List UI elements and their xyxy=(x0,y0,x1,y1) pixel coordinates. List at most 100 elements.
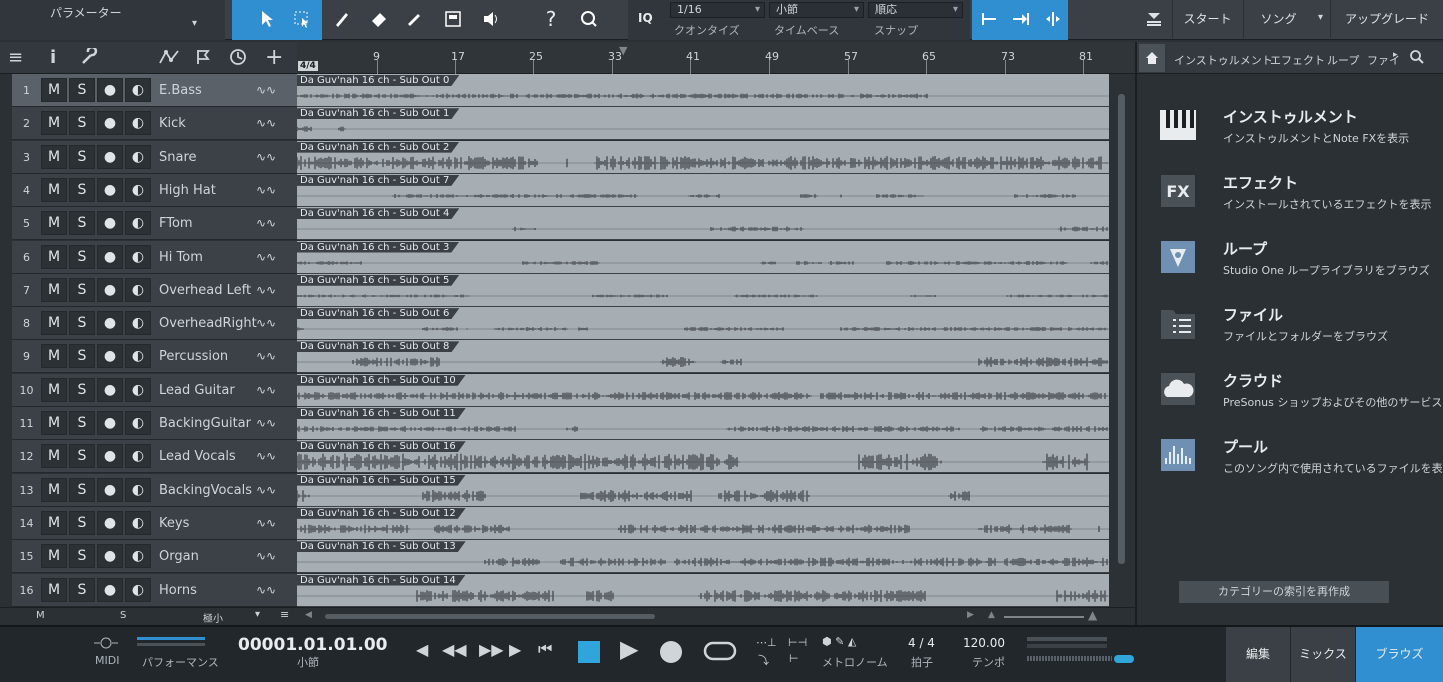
precount-icon[interactable]: ⋯⊥ xyxy=(756,636,777,649)
monitor-button[interactable]: ◐ xyxy=(125,244,151,269)
add-track-icon[interactable]: + xyxy=(265,47,283,69)
record-arm-button[interactable]: ● xyxy=(97,277,123,302)
track-row[interactable]: 11 M S ● ◐ BackingGuitar ∿∿ xyxy=(0,407,297,440)
size-dropdown-icon[interactable]: ▾ xyxy=(255,609,260,620)
snap-center-icon[interactable] xyxy=(1038,5,1068,33)
volume-slider[interactable] xyxy=(1027,656,1112,661)
track-row[interactable]: 8 M S ● ◐ OverheadRight ∿∿ xyxy=(0,307,297,341)
monitor-button[interactable]: ◐ xyxy=(125,577,151,602)
monitor-button[interactable]: ◐ xyxy=(125,510,151,535)
solo-button[interactable]: S xyxy=(69,144,95,169)
fast-forward-icon[interactable]: ▶▶ xyxy=(479,640,504,659)
record-arm-button[interactable]: ● xyxy=(97,411,123,435)
metronome-icons[interactable]: ⬢ ✎ ◭ xyxy=(822,635,856,648)
solo-button[interactable]: S xyxy=(69,211,95,236)
browser-item-cloud[interactable]: クラウド PreSonus ショップおよびその他のサービス xyxy=(1159,370,1443,420)
stop-button[interactable] xyxy=(578,641,600,663)
track-row[interactable]: 2 M S ● ◐ Kick ∿∿ xyxy=(0,107,297,141)
track-automation-strip[interactable] xyxy=(0,273,12,307)
help-icon[interactable]: ? xyxy=(536,5,566,33)
track-automation-strip[interactable] xyxy=(0,573,12,607)
waveform-icon[interactable]: ∿∿ xyxy=(256,83,276,97)
play-icon[interactable]: ▶ xyxy=(620,635,638,663)
split-tool-icon[interactable] xyxy=(438,5,468,33)
track-automation-strip[interactable] xyxy=(0,373,12,407)
autopunch-icon[interactable]: ⤵ xyxy=(758,652,769,668)
mute-button[interactable]: M xyxy=(41,544,67,569)
arrange-view[interactable]: Da Guv'nah 16 ch - Sub Out 0 Da Guv'nah 1… xyxy=(297,74,1109,607)
track-automation-strip[interactable] xyxy=(0,74,12,107)
inspector-icon[interactable]: i xyxy=(50,48,56,68)
paint-tool-icon[interactable] xyxy=(327,5,357,33)
solo-button[interactable]: S xyxy=(69,78,95,102)
mute-button[interactable]: M xyxy=(41,311,67,336)
arrow-tool-icon[interactable] xyxy=(252,5,282,33)
audio-clip[interactable]: Da Guv'nah 16 ch - Sub Out 14 xyxy=(297,573,1109,607)
track-row[interactable]: 7 M S ● ◐ Overhead Left ∿∿ xyxy=(0,273,297,307)
waveform-icon[interactable]: ∿∿ xyxy=(256,516,276,530)
monitor-button[interactable]: ◐ xyxy=(125,78,151,102)
tempo-clock-icon[interactable] xyxy=(229,48,247,68)
track-automation-strip[interactable] xyxy=(0,506,12,540)
track-automation-strip[interactable] xyxy=(0,107,12,141)
track-name[interactable]: Kick xyxy=(159,107,257,140)
monitor-button[interactable]: ◐ xyxy=(125,111,151,136)
record-arm-button[interactable]: ● xyxy=(97,311,123,336)
iq-button[interactable]: IQ xyxy=(638,11,653,25)
solo-button[interactable]: S xyxy=(69,444,95,469)
browser-item-file[interactable]: ファイル ファイルとフォルダーをブラウズ xyxy=(1159,304,1443,354)
global-mute-button[interactable]: M xyxy=(36,610,45,621)
monitor-button[interactable]: ◐ xyxy=(125,211,151,236)
tab-effects[interactable]: エフェクト xyxy=(1270,52,1325,68)
waveform-icon[interactable]: ∿∿ xyxy=(256,583,276,597)
monitor-button[interactable]: ◐ xyxy=(125,377,151,402)
monitor-button[interactable]: ◐ xyxy=(125,477,151,502)
monitor-toggle[interactable] xyxy=(1114,655,1134,663)
solo-button[interactable]: S xyxy=(69,344,95,369)
monitor-button[interactable]: ◐ xyxy=(125,144,151,169)
solo-button[interactable]: S xyxy=(69,311,95,336)
list-icon[interactable]: ≡ xyxy=(280,608,289,621)
waveform-icon[interactable]: ∿∿ xyxy=(256,383,276,397)
track-row[interactable]: 16 M S ● ◐ Horns ∿∿ xyxy=(0,573,297,607)
solo-button[interactable]: S xyxy=(69,111,95,136)
download-icon[interactable] xyxy=(1137,5,1171,33)
snap-select[interactable]: 順応 xyxy=(868,2,963,18)
audio-clip[interactable]: Da Guv'nah 16 ch - Sub Out 13 xyxy=(297,540,1109,574)
tempo-display[interactable]: 120.00 xyxy=(963,636,1005,650)
zoom-in-icon[interactable]: ▲ xyxy=(1088,608,1097,622)
monitor-button[interactable]: ◐ xyxy=(125,344,151,369)
track-name[interactable]: Snare xyxy=(159,141,257,174)
loop-icon[interactable] xyxy=(702,640,738,665)
track-row[interactable]: 3 M S ● ◐ Snare ∿∿ xyxy=(0,140,297,174)
record-arm-button[interactable]: ● xyxy=(97,510,123,535)
monitor-button[interactable]: ◐ xyxy=(125,444,151,469)
browser-item-loop[interactable]: ループ Studio One ループライブラリをブラウズ xyxy=(1159,238,1443,288)
mute-button[interactable]: M xyxy=(41,444,67,469)
audio-clip[interactable]: Da Guv'nah 16 ch - Sub Out 15 xyxy=(297,473,1109,507)
monitor-button[interactable]: ◐ xyxy=(125,311,151,336)
monitor-button[interactable]: ◐ xyxy=(125,411,151,435)
track-name[interactable]: FTom xyxy=(159,207,257,240)
mute-button[interactable]: M xyxy=(41,244,67,269)
parameter-dropdown-icon[interactable]: ▾ xyxy=(192,18,197,29)
track-name[interactable]: BackingVocals xyxy=(159,474,257,507)
mute-button[interactable]: M xyxy=(41,144,67,169)
punch-icon[interactable]: ⊢⊣ xyxy=(788,636,807,649)
return-to-zero-icon[interactable]: ⏮ xyxy=(538,639,552,659)
monitor-button[interactable]: ◐ xyxy=(125,177,151,202)
scroll-left-icon[interactable]: ◀ xyxy=(305,610,312,620)
vertical-scrollbar[interactable] xyxy=(1109,74,1135,607)
mix-view-button[interactable]: ミックス xyxy=(1291,627,1355,682)
audio-clip[interactable]: Da Guv'nah 16 ch - Sub Out 10 xyxy=(297,373,1109,407)
track-automation-strip[interactable] xyxy=(0,140,12,174)
waveform-icon[interactable]: ∿∿ xyxy=(256,316,276,330)
track-name[interactable]: OverheadRight xyxy=(159,307,257,340)
track-automation-strip[interactable] xyxy=(0,307,12,341)
solo-button[interactable]: S xyxy=(69,177,95,202)
wrench-icon[interactable] xyxy=(80,45,98,68)
mute-button[interactable]: M xyxy=(41,177,67,202)
waveform-icon[interactable]: ∿∿ xyxy=(256,416,276,430)
tab-scroll-icon[interactable]: ▸ xyxy=(1393,50,1398,60)
track-row[interactable]: 13 M S ● ◐ BackingVocals ∿∿ xyxy=(0,473,297,507)
